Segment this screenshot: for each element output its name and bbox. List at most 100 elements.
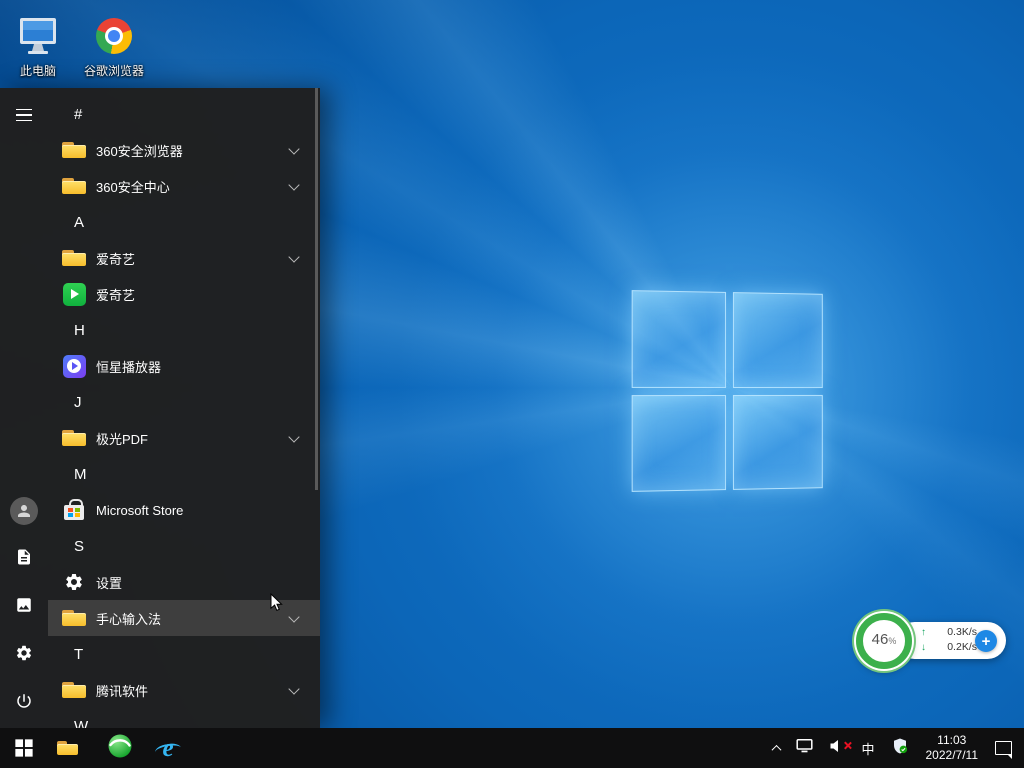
start-menu-scrollbar[interactable] xyxy=(315,88,318,728)
download-speed-row: ↓ 0.2K/s xyxy=(921,640,977,655)
folder-icon xyxy=(61,173,87,199)
desktop-icon-label: 此电脑 xyxy=(20,62,56,79)
section-letter: T xyxy=(74,646,83,663)
chevron-down-icon xyxy=(288,683,299,694)
start-menu-item-label: 360安全中心 xyxy=(96,177,284,196)
section-header-t[interactable]: T xyxy=(48,636,320,672)
user-account-button[interactable] xyxy=(0,487,48,535)
windows-logo-pane xyxy=(632,395,726,492)
taskbar-browser-green-button[interactable] xyxy=(96,728,144,768)
usage-percent-value: 46 xyxy=(872,631,889,648)
tray-date: 2022/7/11 xyxy=(926,748,979,763)
section-letter: A xyxy=(74,214,84,231)
menu-icon xyxy=(16,109,32,122)
section-header-j[interactable]: J xyxy=(48,384,320,420)
documents-button[interactable] xyxy=(0,535,48,583)
start-menu-item-iqiyi-folder[interactable]: 爱奇艺 xyxy=(48,240,320,276)
start-menu-item-label: 手心输入法 xyxy=(96,609,284,628)
start-menu-item-jiguang-pdf[interactable]: 极光PDF xyxy=(48,420,320,456)
desktop-icon-chrome[interactable]: 谷歌浏览器 xyxy=(76,6,152,79)
pictures-icon xyxy=(15,596,33,619)
folder-icon xyxy=(61,245,87,271)
green-browser-icon xyxy=(107,733,133,764)
folder-icon xyxy=(61,677,87,703)
settings-gear-icon xyxy=(61,569,87,595)
chevron-up-icon xyxy=(772,744,782,754)
desktop-icon-this-pc[interactable]: 此电脑 xyxy=(0,6,76,79)
settings-gear-icon xyxy=(15,644,33,667)
ime-indicator: 中 xyxy=(861,739,874,758)
upload-arrow-icon: ↑ xyxy=(921,625,926,640)
section-header-w[interactable]: W xyxy=(48,708,320,728)
memory-usage-ball[interactable]: 46 % xyxy=(856,613,912,669)
chevron-down-icon xyxy=(288,251,299,262)
add-button[interactable]: + xyxy=(975,630,997,652)
windows-logo xyxy=(632,290,823,492)
start-menu-item-shouxin-ime[interactable]: 手心输入法 xyxy=(48,600,320,636)
net-speed-readout: ↑ 0.3K/s ↓ 0.2K/s xyxy=(921,625,977,655)
windows-flag-icon xyxy=(16,740,33,757)
section-header-s[interactable]: S xyxy=(48,528,320,564)
start-menu-item-settings[interactable]: 设置 xyxy=(48,564,320,600)
chrome-icon xyxy=(96,14,132,58)
scrollbar-thumb[interactable] xyxy=(315,88,318,490)
chevron-down-icon xyxy=(288,179,299,190)
start-menu-item-label: 爱奇艺 xyxy=(96,285,308,304)
start-menu-item-label: 爱奇艺 xyxy=(96,249,284,268)
start-button[interactable] xyxy=(0,728,48,768)
show-hidden-icons-button[interactable] xyxy=(765,728,788,768)
start-menu-item-label: 恒星播放器 xyxy=(96,357,308,376)
system-tray: 中 11:03 2022/7/11 xyxy=(765,728,1024,768)
section-letter: J xyxy=(74,394,82,411)
section-header-h[interactable]: H xyxy=(48,312,320,348)
folder-icon xyxy=(61,137,87,163)
start-menu-rail-bottom xyxy=(0,487,48,727)
power-icon xyxy=(15,692,33,715)
plus-icon: + xyxy=(982,634,991,649)
start-menu-item-microsoft-store[interactable]: Microsoft Store xyxy=(48,492,320,528)
download-arrow-icon: ↓ xyxy=(921,640,926,655)
start-menu-item-360-center[interactable]: 360安全中心 xyxy=(48,168,320,204)
desktop-icon-grid: 此电脑 谷歌浏览器 xyxy=(0,6,152,79)
defender-tray-button[interactable] xyxy=(883,728,917,768)
taskbar-browser-edge-button[interactable]: e xyxy=(144,728,192,768)
ime-mode-button[interactable]: 中 xyxy=(853,728,882,768)
start-menu-item-label: 360安全浏览器 xyxy=(96,141,284,160)
action-center-button[interactable] xyxy=(987,728,1020,768)
upload-speed-value: 0.3K/s xyxy=(947,625,977,640)
section-letter: W xyxy=(74,718,88,729)
start-menu-item-360-browser[interactable]: 360安全浏览器 xyxy=(48,132,320,168)
chevron-down-icon xyxy=(288,143,299,154)
start-menu-item-label: 设置 xyxy=(96,573,308,592)
tray-time: 11:03 xyxy=(937,733,966,748)
section-letter: # xyxy=(74,106,82,123)
start-menu-item-iqiyi-app[interactable]: 爱奇艺 xyxy=(48,276,320,312)
upload-speed-row: ↑ 0.3K/s xyxy=(921,625,977,640)
chevron-down-icon xyxy=(288,431,299,442)
defender-shield-icon xyxy=(891,737,909,760)
start-menu-item-label: 极光PDF xyxy=(96,429,284,448)
taskbar-file-explorer-button[interactable] xyxy=(48,728,96,768)
settings-button[interactable] xyxy=(0,631,48,679)
section-header-hash[interactable]: # xyxy=(48,96,320,132)
expand-menu-button[interactable] xyxy=(0,91,48,139)
network-tray-button[interactable] xyxy=(788,728,821,768)
chevron-down-icon xyxy=(288,611,299,622)
start-menu-item-label: 腾讯软件 xyxy=(96,681,284,700)
folder-icon xyxy=(61,425,87,451)
network-icon xyxy=(796,737,813,759)
start-menu-item-star-player[interactable]: 恒星播放器 xyxy=(48,348,320,384)
microsoft-store-icon xyxy=(61,497,87,523)
volume-tray-button[interactable] xyxy=(821,728,853,768)
taskbar-clock[interactable]: 11:03 2022/7/11 xyxy=(917,733,988,763)
desktop-icon-label: 谷歌浏览器 xyxy=(84,62,144,79)
power-button[interactable] xyxy=(0,679,48,727)
pictures-button[interactable] xyxy=(0,583,48,631)
section-header-m[interactable]: M xyxy=(48,456,320,492)
folder-icon xyxy=(61,605,87,631)
section-letter: S xyxy=(74,538,84,555)
documents-icon xyxy=(15,548,33,571)
start-menu-item-tencent[interactable]: 腾讯软件 xyxy=(48,672,320,708)
section-header-a[interactable]: A xyxy=(48,204,320,240)
net-speed-widget: ↑ 0.3K/s ↓ 0.2K/s + 46 % xyxy=(855,612,1007,670)
